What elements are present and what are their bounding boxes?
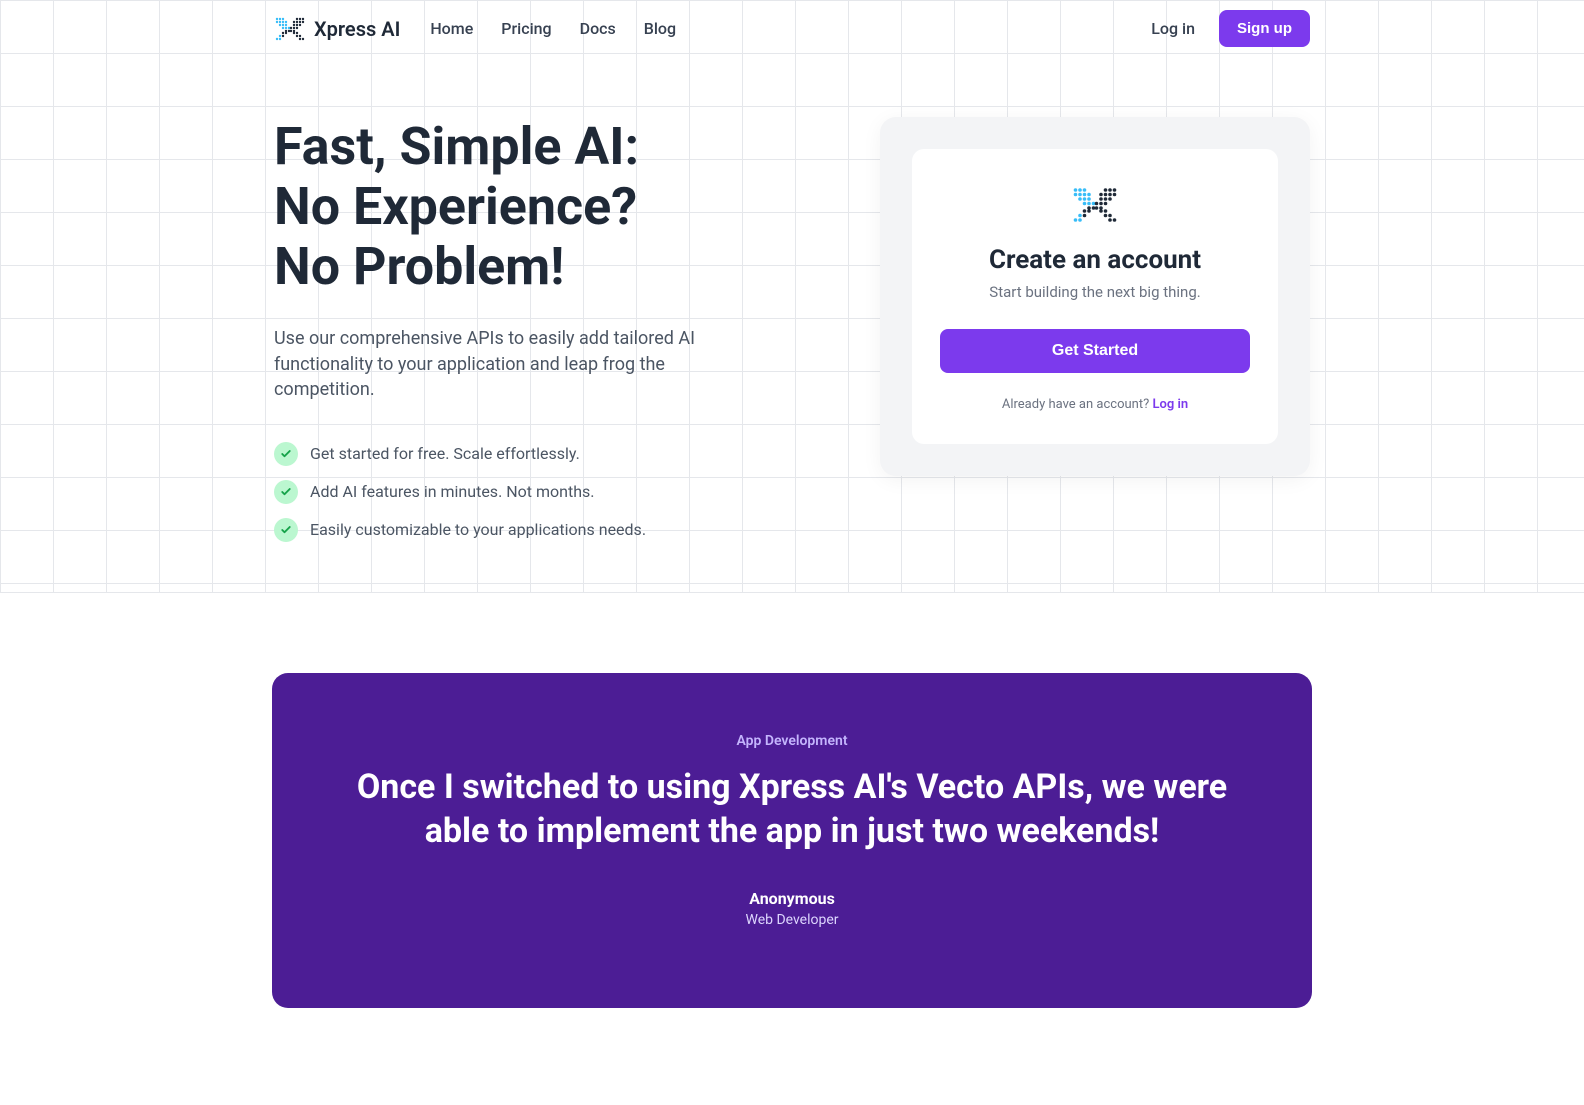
brand-logo[interactable]: Xpress AI [274, 13, 400, 45]
nav-link-blog[interactable]: Blog [644, 19, 676, 38]
hero-title-line3: No Problem! [274, 236, 564, 297]
testimonial-role: Web Developer [352, 912, 1232, 928]
feature-item: Get started for free. Scale effortlessly… [274, 442, 794, 466]
hero-content: Fast, Simple AI: No Experience? No Probl… [274, 57, 1310, 542]
card-footer-text: Already have an account? [1002, 397, 1153, 412]
card-logo-icon [1071, 181, 1119, 229]
signup-card: Create an account Start building the nex… [880, 117, 1310, 476]
card-footer: Already have an account? Log in [940, 397, 1250, 412]
check-icon [274, 442, 298, 466]
testimonial-category: App Development [352, 733, 1232, 749]
feature-item: Add AI features in minutes. Not months. [274, 480, 794, 504]
card-subtitle: Start building the next big thing. [940, 283, 1250, 301]
card-title: Create an account [940, 245, 1250, 275]
hero-subtitle: Use our comprehensive APIs to easily add… [274, 326, 714, 402]
nav-left: Xpress AI Home Pricing Docs Blog [274, 13, 676, 45]
navbar: Xpress AI Home Pricing Docs Blog Log in … [274, 0, 1310, 57]
testimonial-quote: Once I switched to using Xpress AI's Vec… [352, 765, 1232, 853]
features-list: Get started for free. Scale effortlessly… [274, 442, 794, 542]
nav-links: Home Pricing Docs Blog [430, 19, 676, 38]
login-link[interactable]: Log in [1151, 19, 1195, 38]
nav-link-pricing[interactable]: Pricing [501, 19, 551, 38]
nav-right: Log in Sign up [1151, 10, 1310, 47]
check-icon [274, 518, 298, 542]
feature-item: Easily customizable to your applications… [274, 518, 794, 542]
signup-button[interactable]: Sign up [1219, 10, 1310, 47]
testimonial-section: App Development Once I switched to using… [272, 673, 1312, 1008]
hero-title-line1: Fast, Simple AI: [274, 116, 639, 177]
logo-icon [274, 13, 306, 45]
brand-name: Xpress AI [314, 17, 400, 41]
nav-link-home[interactable]: Home [430, 19, 473, 38]
nav-link-docs[interactable]: Docs [580, 19, 616, 38]
feature-text: Easily customizable to your applications… [310, 520, 646, 539]
hero-title-line2: No Experience? [274, 176, 637, 237]
get-started-button[interactable]: Get Started [940, 329, 1250, 373]
testimonial-author: Anonymous [352, 889, 1232, 908]
feature-text: Add AI features in minutes. Not months. [310, 482, 595, 501]
card-login-link[interactable]: Log in [1152, 397, 1188, 412]
check-icon [274, 480, 298, 504]
hero-left: Fast, Simple AI: No Experience? No Probl… [274, 117, 794, 542]
hero-title: Fast, Simple AI: No Experience? No Probl… [274, 117, 794, 296]
signup-card-inner: Create an account Start building the nex… [912, 149, 1278, 444]
feature-text: Get started for free. Scale effortlessly… [310, 444, 580, 463]
